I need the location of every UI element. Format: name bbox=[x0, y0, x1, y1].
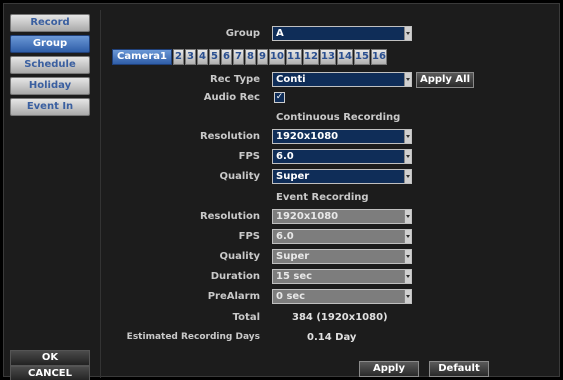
chevron-down-icon bbox=[404, 73, 411, 86]
chevron-down-icon bbox=[404, 150, 411, 163]
tab-camera5[interactable]: 5 bbox=[209, 49, 220, 65]
nav-holiday[interactable]: Holiday bbox=[10, 77, 90, 95]
divider bbox=[100, 10, 101, 378]
tab-camera10[interactable]: 10 bbox=[269, 49, 285, 65]
event-fps-value: 6.0 bbox=[276, 231, 294, 242]
event-duration-label: Duration bbox=[210, 271, 260, 282]
side-nav: Record Group Schedule Holiday Event In bbox=[10, 14, 92, 119]
nav-group[interactable]: Group bbox=[10, 35, 90, 53]
continuous-title: Continuous Recording bbox=[276, 112, 401, 123]
tab-camera8[interactable]: 8 bbox=[245, 49, 256, 65]
chevron-down-icon bbox=[404, 27, 411, 40]
rec-type-value: Conti bbox=[276, 74, 306, 85]
event-title: Event Recording bbox=[276, 192, 369, 203]
tab-camera9[interactable]: 9 bbox=[257, 49, 268, 65]
event-fps-label: FPS bbox=[238, 231, 260, 242]
event-quality-value: Super bbox=[276, 251, 310, 262]
audio-rec-label: Audio Rec bbox=[203, 92, 260, 103]
setup-window: Record Group Schedule Holiday Event In O… bbox=[3, 3, 560, 380]
apply-all-button[interactable]: Apply All bbox=[416, 72, 474, 88]
tab-camera15[interactable]: 15 bbox=[354, 49, 370, 65]
tab-camera4[interactable]: 4 bbox=[197, 49, 208, 65]
event-quality-label: Quality bbox=[219, 251, 260, 262]
event-prealarm-select[interactable]: 0 sec bbox=[272, 289, 412, 304]
event-duration-value: 15 sec bbox=[276, 271, 313, 282]
rec-type-label: Rec Type bbox=[210, 74, 260, 85]
estimated-days-label: Estimated Recording Days bbox=[126, 332, 260, 342]
cont-fps-value: 6.0 bbox=[276, 151, 294, 162]
group-value: A bbox=[276, 28, 284, 39]
cont-resolution-value: 1920x1080 bbox=[276, 131, 339, 142]
cancel-button[interactable]: CANCEL bbox=[10, 366, 90, 380]
cont-fps-select[interactable]: 6.0 bbox=[272, 149, 412, 164]
event-duration-select[interactable]: 15 sec bbox=[272, 269, 412, 284]
tab-camera13[interactable]: 13 bbox=[320, 49, 336, 65]
tab-camera3[interactable]: 3 bbox=[185, 49, 196, 65]
nav-event-in[interactable]: Event In bbox=[10, 98, 90, 116]
event-quality-select[interactable]: Super bbox=[272, 249, 412, 264]
tab-camera7[interactable]: 7 bbox=[233, 49, 244, 65]
cont-resolution-select[interactable]: 1920x1080 bbox=[272, 129, 412, 144]
cont-resolution-label: Resolution bbox=[199, 131, 260, 142]
camera-tabs: Camera1 2 3 4 5 6 7 8 9 10 11 12 13 14 1… bbox=[112, 49, 388, 65]
rec-type-select[interactable]: Conti bbox=[272, 72, 412, 87]
chevron-down-icon bbox=[404, 170, 411, 183]
event-prealarm-label: PreAlarm bbox=[207, 291, 260, 302]
chevron-down-icon bbox=[404, 230, 411, 243]
event-prealarm-value: 0 sec bbox=[276, 291, 306, 302]
chevron-down-icon bbox=[404, 290, 411, 303]
tab-camera1[interactable]: Camera1 bbox=[112, 49, 172, 65]
event-resolution-value: 1920x1080 bbox=[276, 211, 339, 222]
cont-fps-label: FPS bbox=[238, 151, 260, 162]
total-value: 384 (1920x1080) bbox=[292, 312, 388, 323]
total-label: Total bbox=[232, 312, 260, 323]
cont-quality-value: Super bbox=[276, 171, 310, 182]
chevron-down-icon bbox=[404, 210, 411, 223]
tab-camera16[interactable]: 16 bbox=[371, 49, 387, 65]
event-fps-select[interactable]: 6.0 bbox=[272, 229, 412, 244]
default-button[interactable]: Default bbox=[429, 361, 489, 377]
tab-camera14[interactable]: 14 bbox=[337, 49, 353, 65]
estimated-days-value: 0.14 Day bbox=[307, 332, 357, 343]
group-label: Group bbox=[225, 28, 260, 39]
chevron-down-icon bbox=[404, 250, 411, 263]
tab-camera2[interactable]: 2 bbox=[173, 49, 184, 65]
tab-camera12[interactable]: 12 bbox=[303, 49, 319, 65]
nav-schedule[interactable]: Schedule bbox=[10, 56, 90, 74]
group-select[interactable]: A bbox=[272, 26, 412, 41]
apply-button[interactable]: Apply bbox=[359, 361, 419, 377]
cont-quality-label: Quality bbox=[219, 171, 260, 182]
nav-record[interactable]: Record bbox=[10, 14, 90, 32]
tab-camera6[interactable]: 6 bbox=[221, 49, 232, 65]
event-resolution-label: Resolution bbox=[199, 211, 260, 222]
tab-camera11[interactable]: 11 bbox=[286, 49, 302, 65]
ok-button[interactable]: OK bbox=[10, 350, 90, 366]
cont-quality-select[interactable]: Super bbox=[272, 169, 412, 184]
event-resolution-select[interactable]: 1920x1080 bbox=[272, 209, 412, 224]
chevron-down-icon bbox=[404, 130, 411, 143]
audio-rec-checkbox[interactable]: ✓ bbox=[274, 92, 285, 103]
chevron-down-icon bbox=[404, 270, 411, 283]
